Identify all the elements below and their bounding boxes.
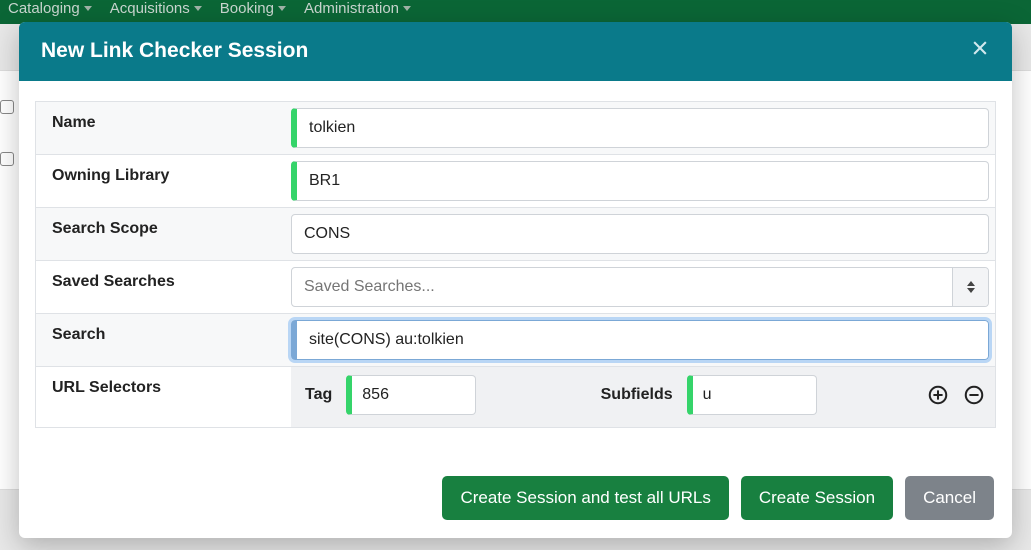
create-session-button[interactable]: Create Session	[741, 476, 893, 520]
caret-down-icon	[403, 6, 411, 11]
label-tag: Tag	[291, 386, 332, 404]
tag-input[interactable]	[346, 375, 476, 415]
owning-library-input[interactable]	[291, 161, 989, 201]
nav-item-cataloging[interactable]: Cataloging	[4, 0, 96, 17]
chevron-down-icon	[967, 288, 975, 293]
modal-title: New Link Checker Session	[41, 39, 308, 63]
label-subfields: Subfields	[587, 386, 673, 404]
row-search-scope: Search Scope	[35, 208, 996, 261]
nav-item-booking[interactable]: Booking	[216, 0, 290, 17]
cancel-button[interactable]: Cancel	[905, 476, 994, 520]
background-checkbox[interactable]	[0, 100, 14, 114]
search-scope-input[interactable]	[291, 214, 989, 254]
top-nav: Cataloging Acquisitions Booking Administ…	[0, 0, 1031, 24]
row-saved-searches: Saved Searches	[35, 261, 996, 314]
nav-item-label: Booking	[220, 0, 274, 17]
row-url-selectors: URL Selectors Tag Subfields	[35, 367, 996, 428]
nav-item-label: Acquisitions	[110, 0, 190, 17]
label-owning-library: Owning Library	[36, 155, 291, 207]
new-link-checker-modal: New Link Checker Session Name Owning Lib…	[19, 22, 1012, 538]
nav-item-label: Cataloging	[8, 0, 80, 17]
row-owning-library: Owning Library	[35, 155, 996, 208]
chevron-up-icon	[967, 281, 975, 286]
add-selector-icon[interactable]	[927, 384, 949, 406]
remove-selector-icon[interactable]	[963, 384, 985, 406]
label-search-scope: Search Scope	[36, 208, 291, 260]
label-saved-searches: Saved Searches	[36, 261, 291, 313]
combobox-stepper-icon[interactable]	[952, 268, 988, 306]
modal-footer: Create Session and test all URLs Create …	[19, 462, 1012, 538]
nav-item-label: Administration	[304, 0, 399, 17]
nav-item-acquisitions[interactable]: Acquisitions	[106, 0, 206, 17]
saved-searches-input[interactable]	[292, 268, 952, 306]
caret-down-icon	[278, 6, 286, 11]
subfields-input[interactable]	[687, 375, 817, 415]
modal-header: New Link Checker Session	[19, 22, 1012, 81]
saved-searches-combobox[interactable]	[291, 267, 989, 307]
label-name: Name	[36, 102, 291, 154]
search-input[interactable]	[291, 320, 989, 360]
row-name: Name	[35, 101, 996, 155]
label-url-selectors: URL Selectors	[36, 367, 291, 427]
modal-body: Name Owning Library Search Scope Saved S…	[19, 81, 1012, 462]
nav-item-administration[interactable]: Administration	[300, 0, 415, 17]
close-icon[interactable]	[970, 38, 990, 63]
create-session-test-urls-button[interactable]: Create Session and test all URLs	[442, 476, 728, 520]
name-input[interactable]	[291, 108, 989, 148]
caret-down-icon	[194, 6, 202, 11]
row-search: Search	[35, 314, 996, 367]
background-checkbox[interactable]	[0, 152, 14, 166]
caret-down-icon	[84, 6, 92, 11]
label-search: Search	[36, 314, 291, 366]
